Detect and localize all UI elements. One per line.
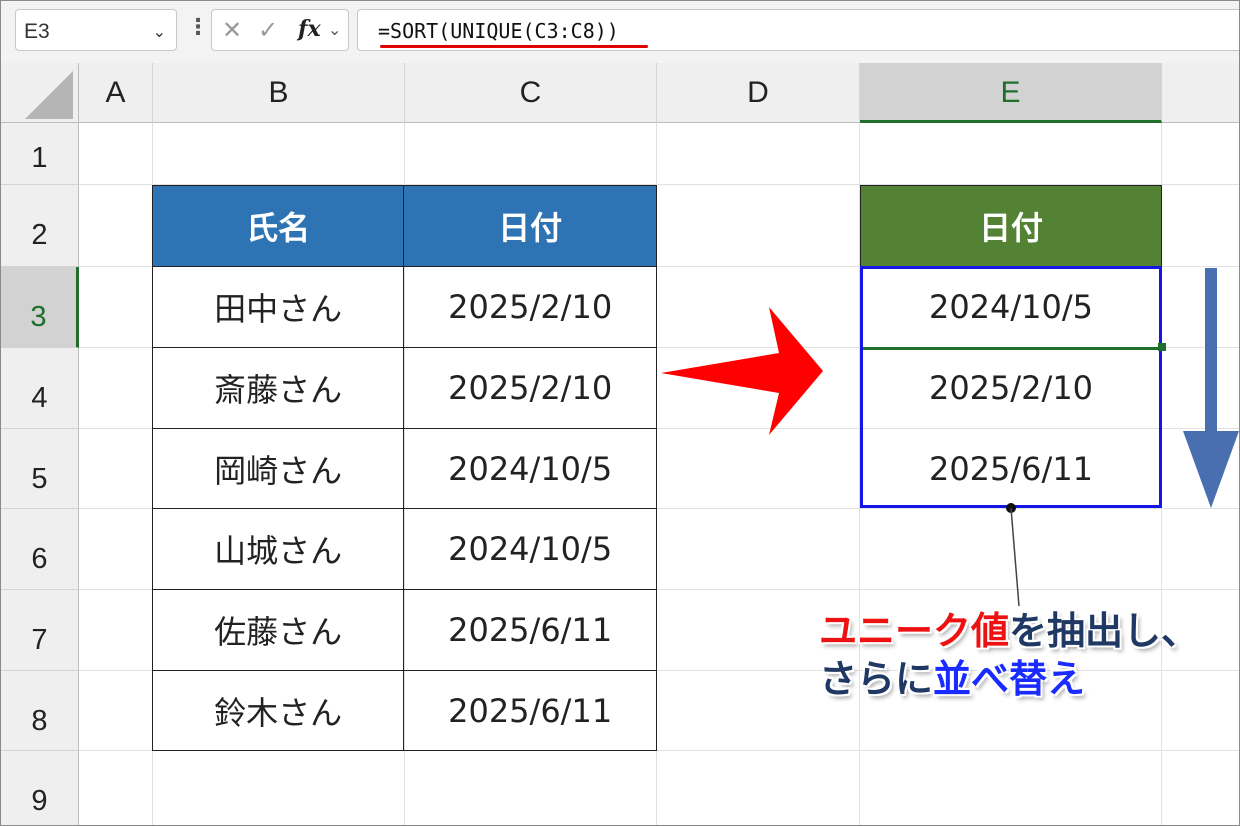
- table-row: 佐藤さん 2025/6/11: [151, 589, 657, 671]
- name-box[interactable]: E3 ⌄: [15, 9, 177, 51]
- cell-b5[interactable]: 岡崎さん: [151, 428, 405, 509]
- cell-c5[interactable]: 2024/10/5: [403, 428, 657, 509]
- row-header-7[interactable]: 7: [1, 590, 79, 671]
- annotation-text: ユニーク値を抽出し、 さらに並べ替え: [819, 607, 1199, 703]
- annotation-extract: を抽出し、: [1009, 609, 1200, 653]
- cell-b4[interactable]: 斎藤さん: [151, 347, 405, 429]
- annotation-unique-values: ユニーク値: [819, 609, 1010, 653]
- table-row: 田中さん 2025/2/10: [151, 266, 657, 348]
- header-name: 氏名: [151, 185, 405, 267]
- row-header-8[interactable]: 8: [1, 671, 79, 751]
- table-row: 鈴木さん 2025/6/11: [151, 670, 657, 751]
- cell-c7[interactable]: 2025/6/11: [403, 589, 657, 671]
- table-row: 斎藤さん 2025/2/10: [151, 347, 657, 429]
- cell-c3[interactable]: 2025/2/10: [403, 266, 657, 348]
- formula-bar: E3 ⌄ ⋮ ✕ ✓ fx ⌄ =SORT(UNIQUE(C3:C8)): [1, 1, 1239, 63]
- row-header-5[interactable]: 5: [1, 429, 79, 509]
- insert-function-icon[interactable]: fx: [298, 16, 321, 42]
- column-header-d[interactable]: D: [657, 63, 860, 123]
- spreadsheet-window: E3 ⌄ ⋮ ✕ ✓ fx ⌄ =SORT(UNIQUE(C3:C8)) A B…: [0, 0, 1240, 826]
- row-header-9[interactable]: 9: [1, 751, 79, 825]
- column-header-a[interactable]: A: [79, 63, 153, 123]
- active-cell-indicator: [861, 347, 1161, 350]
- cancel-icon[interactable]: ✕: [222, 16, 242, 44]
- source-table: 氏名 日付 田中さん 2025/2/10 斎藤さん 2025/2/10 岡崎さん…: [151, 185, 657, 751]
- formula-underline: [380, 45, 648, 48]
- cell-e5[interactable]: 2025/6/11: [861, 429, 1162, 509]
- result-header-date: 日付: [860, 185, 1162, 267]
- annotation-line-2: さらに並べ替え: [819, 655, 1199, 703]
- fill-handle[interactable]: [1158, 343, 1166, 351]
- sort-down-arrow-icon: [1183, 268, 1239, 508]
- row-header-2[interactable]: 2: [1, 185, 79, 267]
- row-header-6[interactable]: 6: [1, 509, 79, 590]
- cell-c8[interactable]: 2025/6/11: [403, 670, 657, 751]
- cell-b8[interactable]: 鈴木さん: [151, 670, 405, 751]
- confirm-icon[interactable]: ✓: [258, 16, 278, 44]
- cell-e4[interactable]: 2025/2/10: [861, 348, 1162, 429]
- row-header-1[interactable]: 1: [1, 123, 79, 185]
- annotation-sort: 並べ替え: [933, 657, 1086, 701]
- annotation-line-1: ユニーク値を抽出し、: [819, 607, 1199, 655]
- cell-e3[interactable]: 2024/10/5: [861, 267, 1162, 348]
- column-header-f[interactable]: [1162, 63, 1239, 123]
- select-all-triangle-icon: [25, 71, 73, 119]
- formula-buttons: ✕ ✓ fx ⌄: [211, 9, 349, 51]
- column-header-c[interactable]: C: [405, 63, 657, 123]
- formula-input[interactable]: =SORT(UNIQUE(C3:C8)): [357, 9, 1239, 51]
- formula-text: =SORT(UNIQUE(C3:C8)): [378, 19, 619, 43]
- column-header-b[interactable]: B: [153, 63, 405, 123]
- header-date: 日付: [403, 185, 657, 267]
- row-header-4[interactable]: 4: [1, 348, 79, 429]
- table-row: 2025/2/10: [861, 348, 1162, 429]
- column-header-e[interactable]: E: [860, 63, 1162, 123]
- cell-c4[interactable]: 2025/2/10: [403, 347, 657, 429]
- cell-b7[interactable]: 佐藤さん: [151, 589, 405, 671]
- table-row: 2024/10/5: [861, 267, 1162, 348]
- cell-b6[interactable]: 山城さん: [151, 508, 405, 590]
- select-all-corner[interactable]: [1, 63, 79, 123]
- name-box-value: E3: [24, 20, 50, 43]
- chevron-down-icon[interactable]: ⌄: [153, 22, 166, 41]
- chevron-down-icon[interactable]: ⌄: [328, 20, 341, 39]
- cell-b3[interactable]: 田中さん: [151, 266, 405, 348]
- table-row: 岡崎さん 2024/10/5: [151, 428, 657, 509]
- table-row: 山城さん 2024/10/5: [151, 508, 657, 590]
- cell-c6[interactable]: 2024/10/5: [403, 508, 657, 590]
- more-options-icon[interactable]: ⋮: [187, 15, 209, 40]
- table-row: 2025/6/11: [861, 429, 1162, 509]
- red-arrow-icon: [661, 307, 823, 435]
- row-header-3[interactable]: 3: [1, 267, 79, 348]
- annotation-further: さらに: [819, 657, 934, 701]
- callout-line: [1006, 503, 1020, 607]
